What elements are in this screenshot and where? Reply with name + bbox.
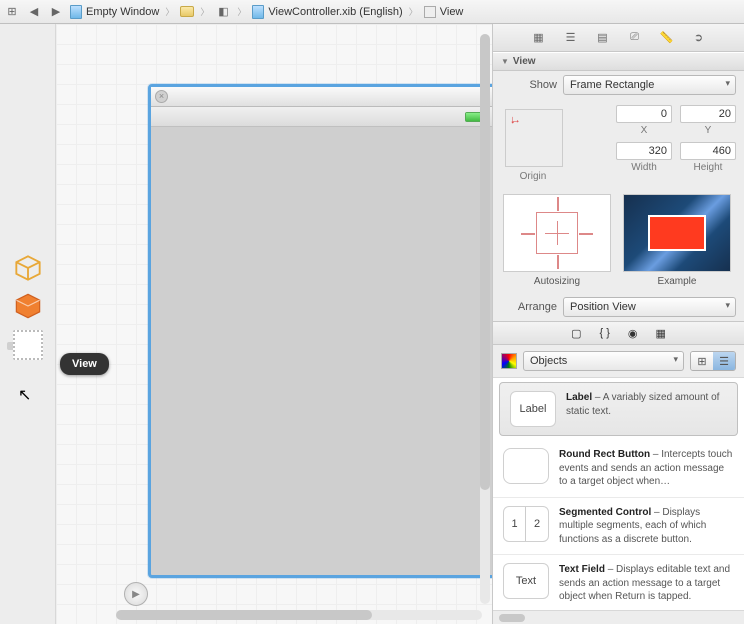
crumb-separator: 〉 (165, 5, 174, 18)
y-label: Y (705, 125, 712, 136)
document-outline: ↖ (0, 24, 56, 624)
autosizing-preview (623, 194, 731, 272)
crumb-window[interactable]: Empty Window (70, 5, 159, 19)
library-item-textfield[interactable]: Text Text Field – Displays editable text… (493, 555, 744, 610)
library-thumb: 12 (503, 506, 549, 542)
crumb-file-label: ViewController.xib (English) (268, 6, 402, 18)
show-select[interactable]: Frame Rectangle (563, 75, 736, 95)
origin-control[interactable]: → ↓ (505, 109, 563, 167)
crumb-separator: 〉 (237, 5, 246, 18)
connections-inspector-icon[interactable]: ➲ (690, 29, 708, 47)
forward-icon[interactable]: ▶ (48, 4, 64, 20)
autosizing-label: Autosizing (503, 276, 611, 287)
library-thumb: Text (503, 563, 549, 599)
document-icon (70, 5, 82, 19)
crumb-separator: 〉 (200, 5, 209, 18)
back-icon[interactable]: ◀ (26, 4, 42, 20)
library-list[interactable]: Label Label – A variably sized amount of… (493, 378, 744, 610)
view-object[interactable] (13, 330, 43, 360)
folder-icon (180, 6, 194, 17)
device-titlebar: × (151, 87, 492, 107)
section-title: View (513, 56, 536, 67)
library-tabs: ▢ { } ◉ ▦ (493, 321, 744, 345)
x-field[interactable]: 0 (616, 105, 672, 123)
strut-top-icon[interactable] (557, 197, 559, 211)
library-thumb: Label (510, 391, 556, 427)
preview-rect (648, 215, 706, 251)
close-icon[interactable]: × (155, 90, 168, 103)
x-label: X (641, 125, 648, 136)
library-desc: Segmented Control – Displays multiple se… (559, 506, 734, 547)
library-item-segmented[interactable]: 12 Segmented Control – Displays multiple… (493, 498, 744, 556)
autosizing-control[interactable] (503, 194, 611, 272)
origin-label: Origin (501, 171, 565, 182)
inspector-tabs: ▦ ☰ ▤ ⎚ 📏 ➲ (493, 24, 744, 52)
first-responder-icon[interactable] (14, 292, 42, 320)
show-value: Frame Rectangle (570, 79, 654, 91)
xib-icon (252, 5, 264, 19)
list-view-icon[interactable]: ☰ (713, 352, 735, 370)
horizontal-scrollbar[interactable] (116, 610, 482, 620)
attributes-inspector-icon[interactable]: ⎚ (626, 29, 644, 47)
scrollbar-thumb[interactable] (499, 614, 525, 622)
width-label: Width (631, 162, 657, 173)
crumb-folder[interactable] (180, 6, 194, 17)
crumb-file[interactable]: ViewController.xib (English) (252, 5, 402, 19)
status-bar (151, 107, 492, 127)
strut-right-icon[interactable] (579, 233, 593, 235)
quick-help-icon[interactable]: ☰ (562, 29, 580, 47)
crumb-separator: 〉 (409, 5, 418, 18)
scrollbar-thumb[interactable] (116, 610, 372, 620)
library-item-label[interactable]: Label Label – A variably sized amount of… (499, 382, 738, 436)
device-frame[interactable]: × (148, 84, 492, 578)
origin-arrow-down-icon: ↓ (510, 114, 516, 126)
disclosure-icon: ▼ (501, 57, 509, 66)
height-field[interactable]: 460 (680, 142, 736, 160)
library-item-button[interactable]: Round Rect Button – Intercepts touch eve… (493, 440, 744, 498)
library-selector[interactable]: Objects (523, 351, 684, 371)
files-owner-icon[interactable] (14, 254, 42, 282)
owner-icon[interactable]: ◧ (215, 4, 231, 20)
code-snippet-library-icon[interactable]: { } (599, 327, 609, 339)
canvas[interactable]: × ▶ (56, 24, 492, 624)
library-desc: Label – A variably sized amount of stati… (566, 391, 727, 427)
vertical-scrollbar[interactable] (480, 34, 490, 604)
library-thumb (503, 448, 549, 484)
library-view-toggle[interactable]: ⊞ ☰ (690, 351, 736, 371)
jump-bar: ⊞ ◀ ▶ Empty Window 〉 〉 ◧ 〉 ViewControlle… (0, 0, 744, 24)
arrange-label: Arrange (501, 301, 557, 313)
cursor-icon: ↖ (18, 385, 31, 405)
arrange-value: Position View (570, 301, 636, 313)
strut-left-icon[interactable] (521, 233, 535, 235)
crumb-object-label: View (440, 6, 464, 18)
crumb-object[interactable]: View (424, 6, 464, 18)
example-label: Example (623, 276, 731, 287)
section-header-view[interactable]: ▼ View (493, 52, 744, 71)
tooltip: View (60, 353, 109, 375)
file-template-library-icon[interactable]: ▢ (571, 327, 581, 340)
view-icon (424, 6, 436, 18)
scrollbar-thumb[interactable] (480, 34, 490, 490)
size-inspector-icon[interactable]: 📏 (658, 29, 676, 47)
history-menu-icon[interactable]: ⊞ (4, 4, 20, 20)
library-desc: Round Rect Button – Intercepts touch eve… (559, 448, 734, 489)
library-desc: Text Field – Displays editable text and … (559, 563, 734, 604)
crumb-window-label: Empty Window (86, 6, 159, 18)
show-label: Show (501, 79, 557, 91)
inspector-panel: ▦ ☰ ▤ ⎚ 📏 ➲ ▼ View Show Frame Rectangle … (492, 24, 744, 624)
object-library-icon[interactable]: ◉ (628, 327, 638, 340)
arrange-select[interactable]: Position View (563, 297, 736, 317)
identity-inspector-icon[interactable]: ▤ (594, 29, 612, 47)
library-selector-value: Objects (530, 355, 567, 367)
bottom-scrollbar[interactable] (493, 610, 744, 624)
media-library-icon[interactable]: ▦ (656, 327, 666, 340)
height-label: Height (694, 162, 723, 173)
width-field[interactable]: 320 (616, 142, 672, 160)
file-inspector-icon[interactable]: ▦ (530, 29, 548, 47)
grid-view-icon[interactable]: ⊞ (691, 352, 713, 370)
strut-bottom-icon[interactable] (557, 255, 559, 269)
y-field[interactable]: 20 (680, 105, 736, 123)
play-icon[interactable]: ▶ (124, 582, 148, 606)
library-palette-icon[interactable] (501, 353, 517, 369)
